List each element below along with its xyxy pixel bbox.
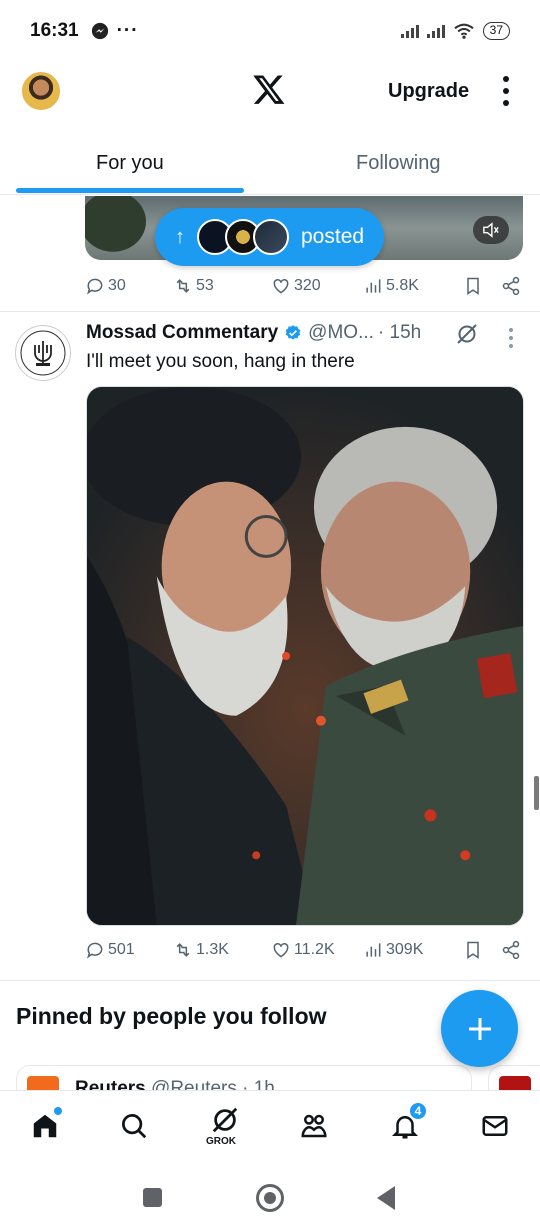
system-navigation (0, 1160, 540, 1230)
tweet-timestamp: · 15h (377, 322, 422, 343)
like-button[interactable]: 320 (271, 276, 363, 296)
bottom-navigation: 4 (0, 1090, 540, 1160)
unread-dot (54, 1107, 62, 1115)
heart-icon (273, 278, 289, 294)
nav-messages[interactable] (478, 1109, 512, 1143)
tweet-text: I'll meet you soon, hang in there (86, 351, 355, 372)
active-tab-indicator (16, 188, 244, 193)
verified-badge-icon (285, 325, 301, 340)
views-count: 5.8K (386, 277, 419, 294)
reply-button[interactable]: 30 (85, 276, 173, 296)
home-icon (33, 1114, 57, 1138)
tweet-more-icon[interactable] (509, 328, 513, 348)
posted-label: posted (301, 225, 365, 248)
like-button[interactable]: 11.2K (271, 940, 363, 960)
more-notifications-icon: ··· (116, 20, 139, 41)
wifi-icon (454, 23, 474, 39)
tweet-author-name[interactable]: Mossad Commentary (86, 322, 278, 344)
back-icon[interactable] (377, 1186, 395, 1210)
new-posts-pill[interactable]: ↑ posted (155, 208, 384, 266)
views-icon (366, 279, 381, 293)
views-button[interactable]: 5.8K (363, 276, 463, 296)
like-count: 320 (294, 277, 321, 294)
search-icon (122, 1114, 147, 1139)
profile-avatar[interactable] (22, 72, 60, 110)
repost-count: 1.3K (196, 941, 229, 958)
pinned-section-title: Pinned by people you follow (16, 1003, 327, 1029)
tab-for-you[interactable]: For you (96, 152, 164, 175)
top-header: Upgrade (0, 62, 540, 122)
communities-icon (301, 1114, 327, 1138)
tweet-header: Mossad Commentary @MO... · 15h (86, 322, 421, 344)
avatar (253, 219, 289, 255)
status-bar: 16:31 ··· 37 (0, 0, 540, 62)
more-options-icon[interactable] (503, 76, 509, 106)
repost-icon (176, 279, 190, 293)
reply-icon (86, 942, 103, 959)
like-count: 11.2K (294, 941, 335, 958)
plus-icon (468, 1017, 491, 1040)
repost-icon (176, 943, 190, 957)
reply-count: 501 (108, 941, 135, 958)
views-icon (366, 943, 381, 957)
nav-home[interactable] (28, 1107, 62, 1143)
views-count: 309K (386, 941, 424, 958)
reply-count: 30 (108, 277, 126, 294)
upgrade-button[interactable]: Upgrade (388, 80, 469, 103)
status-time: 16:31 (30, 20, 79, 41)
views-button[interactable]: 309K (363, 940, 463, 960)
nav-notifications[interactable]: 4 (388, 1101, 428, 1143)
notifications-badge: 4 (408, 1101, 428, 1121)
repost-button[interactable]: 53 (173, 276, 271, 296)
home-button-icon[interactable] (256, 1184, 284, 1212)
divider (0, 980, 540, 981)
recents-icon[interactable] (143, 1188, 162, 1207)
tweet-author-handle: @MO... (308, 322, 374, 343)
grok-icon (212, 1107, 238, 1133)
nav-search[interactable] (117, 1109, 151, 1143)
heart-icon (273, 942, 289, 958)
tweet-author-avatar[interactable] (15, 325, 71, 381)
mail-icon (482, 1116, 508, 1136)
timeline-tabs: For you Following (0, 140, 540, 195)
grok-icon[interactable] (455, 322, 479, 346)
bookmark-icon[interactable] (463, 940, 483, 960)
compose-button[interactable] (441, 990, 518, 1067)
share-icon[interactable] (501, 276, 521, 296)
battery-indicator: 37 (482, 22, 510, 40)
repost-count: 53 (196, 277, 214, 294)
nav-communities[interactable] (297, 1109, 331, 1143)
reply-icon (86, 278, 103, 295)
tab-following[interactable]: Following (356, 152, 440, 175)
messenger-icon (91, 22, 108, 40)
bookmark-icon[interactable] (463, 276, 483, 296)
share-icon[interactable] (501, 940, 521, 960)
scrollbar-thumb[interactable] (534, 776, 539, 810)
mute-icon[interactable] (473, 216, 509, 244)
grok-label: GROK (206, 1136, 236, 1147)
signal-icon (400, 24, 419, 38)
tweet-image[interactable] (86, 386, 524, 926)
divider (0, 311, 540, 312)
reply-button[interactable]: 501 (85, 940, 173, 960)
repost-button[interactable]: 1.3K (173, 940, 271, 960)
arrow-up-icon: ↑ (175, 225, 185, 248)
tweet-actions: 501 1.3K 11.2K 309K (85, 940, 525, 960)
prev-tweet-actions: 30 53 320 5.8K (85, 276, 525, 296)
pill-avatars (197, 219, 289, 255)
signal-icon-2 (426, 24, 445, 38)
nav-grok[interactable] (208, 1103, 242, 1137)
x-logo-icon[interactable] (252, 72, 286, 106)
